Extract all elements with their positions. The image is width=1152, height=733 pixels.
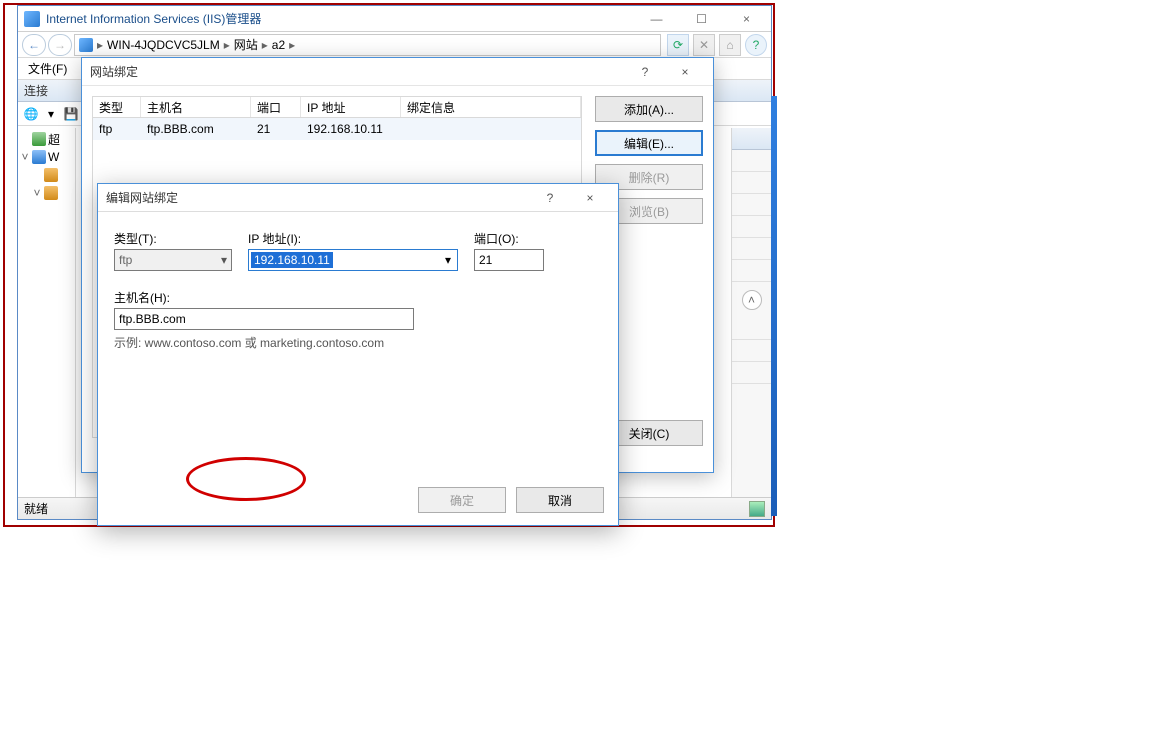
edit-button[interactable]: 编辑(E)... bbox=[595, 130, 703, 156]
nav-back-button[interactable]: ← bbox=[22, 34, 46, 56]
file-menu[interactable]: 文件(F) bbox=[24, 60, 71, 77]
breadcrumb[interactable]: ▸ WIN-4JQDCVC5JLM ▸ 网站 ▸ a2 ▸ bbox=[74, 34, 661, 56]
edit-binding-dialog: 编辑网站绑定 ? × 类型(T): ftp ▾ IP 地址(I): 192.16… bbox=[97, 183, 619, 526]
save-icon[interactable]: 💾 bbox=[62, 105, 80, 123]
port-input[interactable]: 21 bbox=[474, 249, 544, 271]
col-info[interactable]: 绑定信息 bbox=[401, 97, 581, 117]
port-label: 端口(O): bbox=[474, 230, 544, 247]
ip-select[interactable]: 192.168.10.11 ▾ bbox=[248, 249, 458, 271]
chevron-down-icon: ▾ bbox=[221, 253, 227, 267]
actions-panel: ˄ bbox=[731, 128, 771, 497]
edit-close-button[interactable]: × bbox=[570, 191, 610, 205]
host-label: 主机名(H): bbox=[114, 289, 602, 306]
desktop-edge bbox=[771, 96, 777, 516]
col-port[interactable]: 端口 bbox=[251, 97, 301, 117]
nav-forward-button[interactable]: → bbox=[48, 34, 72, 56]
bc-site: a2 bbox=[272, 38, 285, 52]
ip-label: IP 地址(I): bbox=[248, 230, 458, 247]
minimize-button[interactable]: — bbox=[634, 8, 679, 30]
chevron-down-icon[interactable]: ▾ bbox=[439, 253, 457, 267]
bc-sites: 网站 bbox=[234, 36, 258, 53]
table-row[interactable]: ftp ftp.BBB.com 21 192.168.10.11 bbox=[93, 118, 581, 140]
col-host[interactable]: 主机名 bbox=[141, 97, 251, 117]
cancel-button[interactable]: 取消 bbox=[516, 487, 604, 513]
type-label: 类型(T): bbox=[114, 230, 232, 247]
breadcrumb-icon bbox=[79, 38, 93, 52]
connections-tree[interactable]: 超 ˅W ˅ bbox=[18, 128, 76, 497]
bc-server: WIN-4JQDCVC5JLM bbox=[107, 38, 220, 52]
refresh-button[interactable]: ⟳ bbox=[667, 34, 689, 56]
bindings-close-button[interactable]: × bbox=[665, 65, 705, 79]
collapse-icon[interactable]: ˄ bbox=[742, 290, 762, 310]
bindings-table-header: 类型 主机名 端口 IP 地址 绑定信息 bbox=[92, 96, 582, 118]
window-titlebar: Internet Information Services (IIS)管理器 —… bbox=[18, 6, 771, 32]
col-type[interactable]: 类型 bbox=[93, 97, 141, 117]
globe-icon[interactable]: 🌐 bbox=[22, 105, 40, 123]
type-select: ftp ▾ bbox=[114, 249, 232, 271]
iis-icon bbox=[24, 11, 40, 27]
help-button[interactable]: ? bbox=[745, 34, 767, 56]
close-window-button[interactable]: × bbox=[724, 8, 769, 30]
add-button[interactable]: 添加(A)... bbox=[595, 96, 703, 122]
home-button[interactable]: ⌂ bbox=[719, 34, 741, 56]
annotation-circle bbox=[186, 457, 306, 501]
window-title: Internet Information Services (IIS)管理器 bbox=[44, 10, 634, 27]
status-icon bbox=[749, 501, 765, 517]
host-example: 示例: www.contoso.com 或 marketing.contoso.… bbox=[114, 334, 602, 351]
nav-bar: ← → ▸ WIN-4JQDCVC5JLM ▸ 网站 ▸ a2 ▸ ⟳ ✕ ⌂ … bbox=[18, 32, 771, 58]
maximize-button[interactable]: ☐ bbox=[679, 8, 724, 30]
edit-help-button[interactable]: ? bbox=[530, 191, 570, 205]
status-text: 就绪 bbox=[24, 500, 48, 517]
stop-button[interactable]: ✕ bbox=[693, 34, 715, 56]
host-input[interactable]: ftp.BBB.com bbox=[114, 308, 414, 330]
ok-button[interactable]: 确定 bbox=[418, 487, 506, 513]
dropdown-icon[interactable]: ▾ bbox=[42, 105, 60, 123]
bindings-dialog-title: 网站绑定 bbox=[90, 63, 625, 80]
col-ip[interactable]: IP 地址 bbox=[301, 97, 401, 117]
edit-dialog-title: 编辑网站绑定 bbox=[106, 189, 530, 206]
bindings-help-button[interactable]: ? bbox=[625, 65, 665, 79]
